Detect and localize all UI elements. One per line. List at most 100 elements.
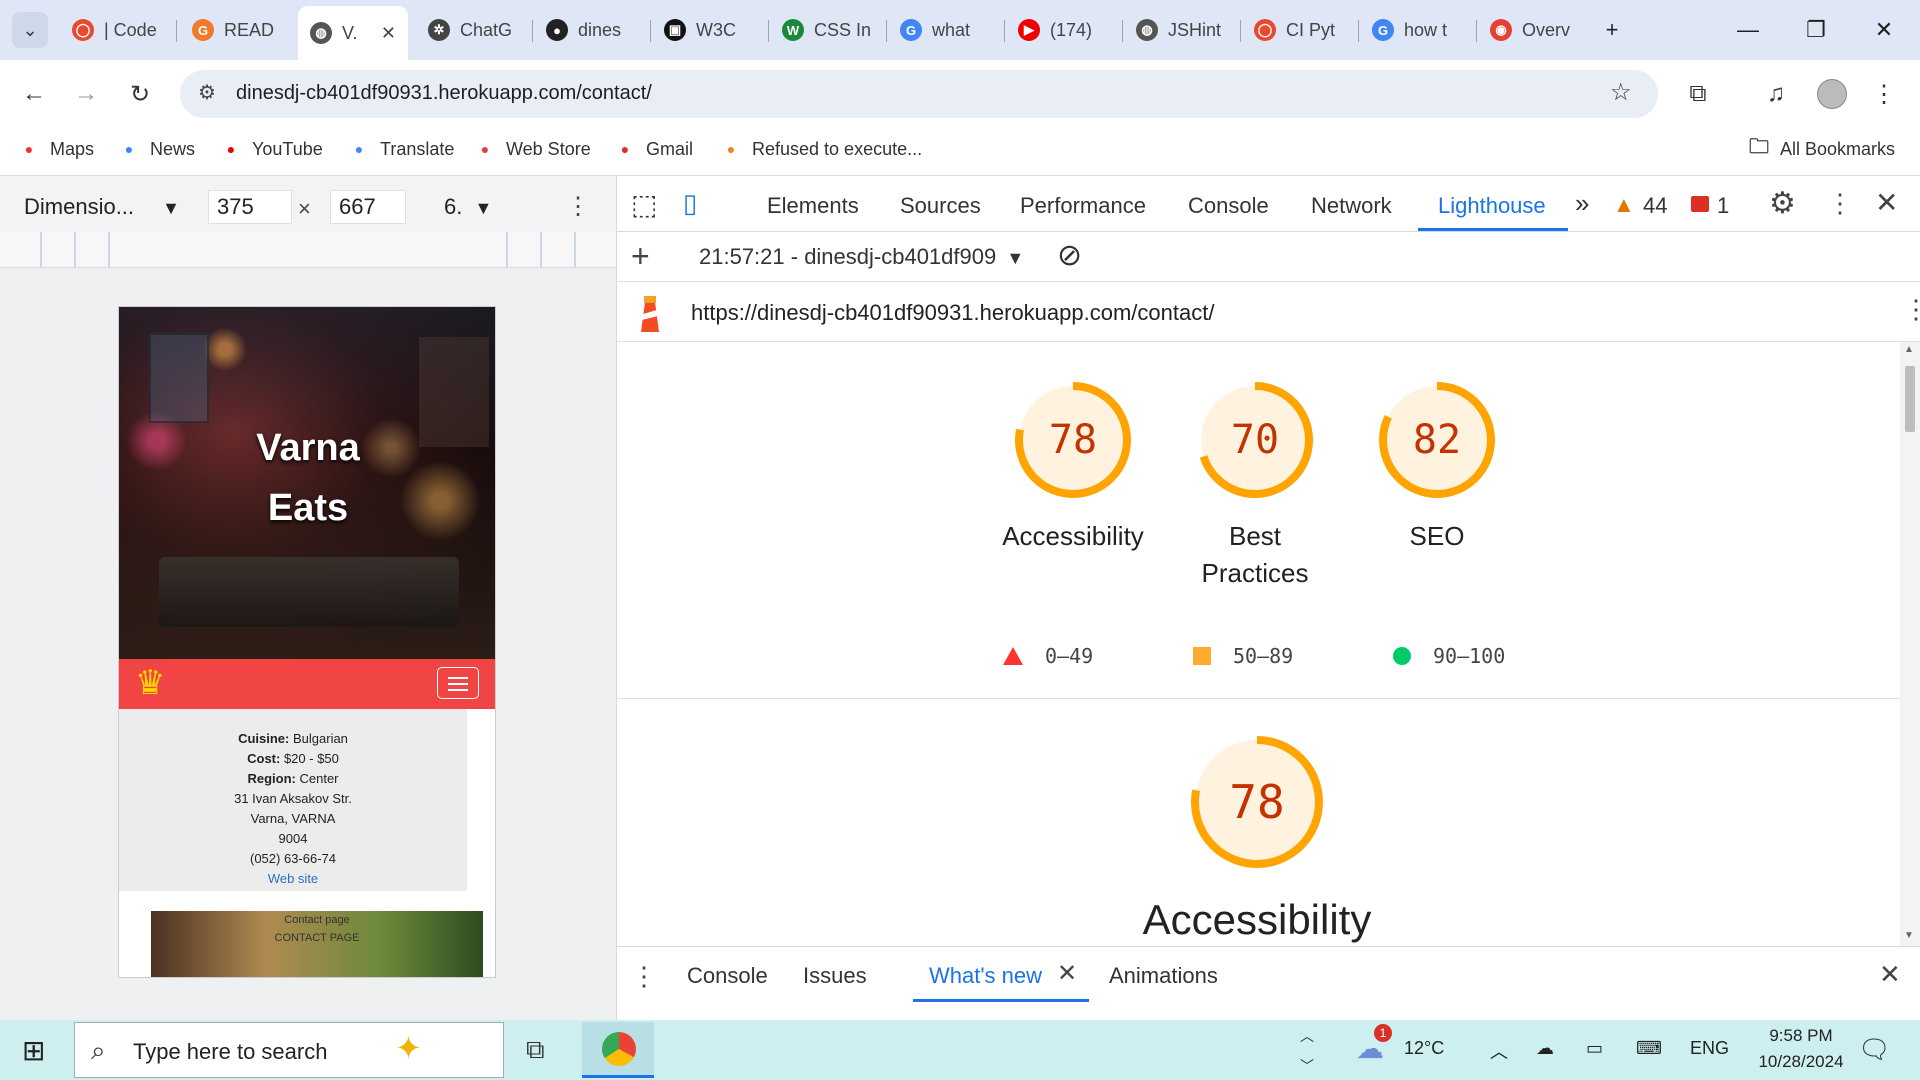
site-info-icon[interactable]: ⚙ — [198, 80, 216, 105]
tab-network[interactable]: Network — [1311, 193, 1392, 219]
profile-avatar[interactable] — [1812, 74, 1852, 114]
close-drawer-icon[interactable]: ✕ — [1879, 959, 1901, 990]
more-tabs-icon[interactable]: » — [1575, 188, 1589, 219]
browser-tab[interactable]: ◯ | Code — [60, 8, 172, 52]
drawer-menu-icon[interactable]: ⋮ — [631, 961, 657, 992]
tab-favicon-icon: ◍ — [1136, 19, 1158, 41]
media-button[interactable]: ♫ — [1756, 74, 1796, 114]
weather-temp[interactable]: 12°C — [1404, 1038, 1444, 1059]
scroll-up-icon[interactable]: ▲ — [1904, 344, 1914, 355]
devtools-menu-icon[interactable]: ⋮ — [1827, 188, 1853, 219]
browser-tab[interactable]: ◍ V. ✕ — [298, 6, 408, 60]
report-menu-icon[interactable]: ⋮ — [1903, 294, 1920, 325]
hidden-icons-icon[interactable]: ︿ — [1490, 1038, 1508, 1064]
tab-elements[interactable]: Elements — [767, 193, 859, 219]
folder-icon: 🗀 — [1749, 136, 1769, 158]
device-more-icon[interactable]: ⋮ — [566, 192, 590, 221]
scroll-down-icon[interactable]: ▼ — [1904, 930, 1914, 941]
settings-gear-icon[interactable]: ⚙ — [1769, 186, 1796, 221]
score-gauge-best[interactable]: 70 — [1195, 380, 1315, 500]
browser-menu-button[interactable]: ⋮ — [1864, 74, 1904, 114]
inspect-element-icon[interactable]: ⬚ — [631, 188, 657, 221]
browser-tab[interactable]: ◯ CI Pyt — [1242, 8, 1354, 52]
bookmark-gmail[interactable]: ● Gmail — [614, 138, 693, 160]
scroll-thumb[interactable] — [1905, 366, 1915, 432]
score-gauge-seo[interactable]: 82 — [1377, 380, 1497, 500]
browser-tab[interactable]: ✲ ChatG — [416, 8, 528, 52]
legend-range: 90–100 — [1433, 644, 1506, 668]
bookmark-label: YouTube — [252, 138, 323, 159]
all-bookmarks[interactable]: 🗀 All Bookmarks — [1748, 136, 1895, 160]
tab-search-button[interactable]: ⌄ — [12, 12, 48, 48]
browser-tab[interactable]: G READ — [180, 8, 292, 52]
browser-tab[interactable]: ▶ (174) — [1006, 8, 1118, 52]
browser-tab[interactable]: ● dines — [534, 8, 646, 52]
device-select-label: Dimensio... — [24, 194, 135, 219]
extensions-button[interactable]: ⧉ — [1678, 74, 1718, 114]
reload-button[interactable]: ↻ — [120, 74, 160, 114]
close-window-button[interactable]: ✕ — [1864, 10, 1904, 50]
restore-button[interactable]: ❐ — [1796, 10, 1836, 50]
battery-icon[interactable]: ▭ — [1586, 1038, 1603, 1059]
warning-icon[interactable]: ▲ — [1613, 192, 1635, 218]
clock-date[interactable]: 10/28/2024 — [1742, 1052, 1860, 1072]
drawer-tab-issues[interactable]: Issues — [803, 963, 867, 989]
taskbar-search[interactable]: ⌕ Type here to search ✦ — [74, 1022, 504, 1078]
tray-expand-up-icon[interactable]: ︿ — [1300, 1026, 1314, 1046]
clear-reports-icon[interactable]: ⊘ — [1057, 238, 1082, 273]
report-selector[interactable]: 21:57:21 - dinesdj-cb401df909 ▼ — [699, 244, 1024, 270]
device-toggle-icon[interactable]: ▯ — [683, 188, 697, 219]
zoom-select[interactable]: 6. ▼ — [444, 194, 492, 220]
task-view-icon[interactable]: ⧉ — [526, 1034, 545, 1066]
close-devtools-icon[interactable]: ✕ — [1875, 186, 1898, 219]
clock-time[interactable]: 9:58 PM — [1756, 1026, 1846, 1046]
score-gauge-accessibility[interactable]: 78 — [1013, 380, 1133, 500]
onedrive-icon[interactable]: ☁ — [1536, 1038, 1554, 1059]
tray-expand-down-icon[interactable]: ﹀ — [1300, 1056, 1314, 1076]
browser-tab[interactable]: Ghow t — [1360, 8, 1472, 52]
tab-performance[interactable]: Performance — [1020, 193, 1146, 219]
browser-tab[interactable]: ▣ W3C — [652, 8, 764, 52]
bookmark-web-store[interactable]: ● Web Store — [474, 138, 591, 160]
drawer-tab-animations[interactable]: Animations — [1109, 963, 1218, 989]
tab-lighthouse[interactable]: Lighthouse — [1438, 193, 1546, 219]
tab-console[interactable]: Console — [1188, 193, 1269, 219]
score-label: Best Practices — [1155, 518, 1355, 592]
notifications-icon[interactable]: 🗨 — [1858, 1034, 1891, 1065]
address-bar[interactable]: ⚙ dinesdj-cb401df90931.herokuapp.com/con… — [180, 70, 1658, 118]
bookmark-translate[interactable]: ● Translate — [348, 138, 455, 160]
report-scrollbar[interactable]: ▲ ▼ — [1900, 342, 1920, 946]
browser-tab[interactable]: ◉ Overv — [1478, 8, 1578, 52]
new-tab-button[interactable]: + — [1592, 10, 1632, 50]
keyboard-icon[interactable]: ⌨ — [1636, 1038, 1662, 1059]
browser-tab[interactable]: Gwhat — [888, 8, 1000, 52]
device-select[interactable]: Dimensio... ▼ — [24, 194, 180, 220]
new-report-icon[interactable]: + — [631, 238, 650, 275]
drawer-tab-console[interactable]: Console — [687, 963, 768, 989]
tab-label: ChatG — [460, 19, 513, 40]
back-button[interactable]: ← — [14, 74, 54, 114]
tab-sources[interactable]: Sources — [900, 193, 981, 219]
bookmark-maps[interactable]: ● Maps — [18, 138, 94, 160]
width-input[interactable]: 375 — [208, 190, 292, 224]
bookmark-star-icon[interactable]: ☆ — [1610, 78, 1632, 107]
bookmark-youtube[interactable]: ● YouTube — [220, 138, 323, 160]
chef-hat-logo-icon[interactable]: ♛ — [135, 663, 165, 703]
website-link[interactable]: Web site — [119, 869, 467, 889]
bookmark-refused-to-execute[interactable]: ● Refused to execute... — [720, 138, 922, 160]
minimize-button[interactable]: — — [1728, 10, 1768, 50]
browser-tab[interactable]: W CSS In — [770, 8, 882, 52]
browser-tab[interactable]: ◍ JSHint — [1124, 8, 1236, 52]
error-icon[interactable] — [1691, 196, 1709, 212]
windows-start-icon[interactable]: ⊞ — [22, 1034, 45, 1067]
forward-button[interactable]: → — [66, 74, 106, 114]
height-input[interactable]: 667 — [330, 190, 406, 224]
close-whats-new-icon[interactable]: ✕ — [1057, 959, 1077, 988]
bookmark-news[interactable]: ● News — [118, 138, 195, 160]
maps-icon: ● — [24, 141, 34, 157]
chrome-taskbar-button[interactable] — [582, 1022, 654, 1078]
language-indicator[interactable]: ENG — [1690, 1038, 1729, 1059]
drawer-tab-whats-new[interactable]: What's new — [929, 963, 1042, 989]
close-tab-icon[interactable]: ✕ — [381, 23, 396, 44]
hamburger-menu-button[interactable] — [437, 667, 479, 699]
